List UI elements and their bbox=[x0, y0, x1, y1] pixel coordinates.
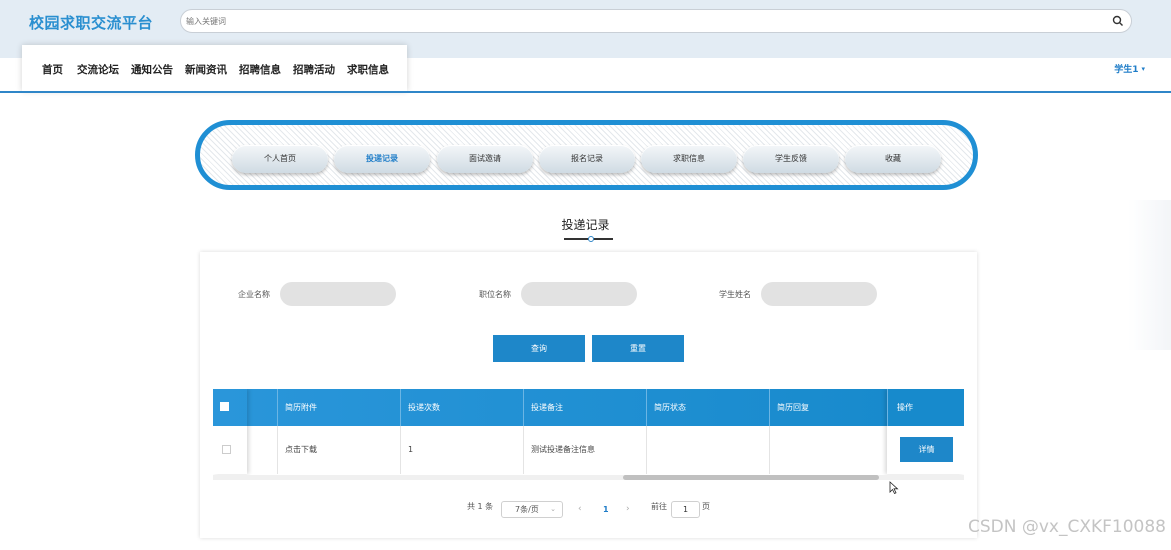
tab-job-info[interactable]: 求职信息 bbox=[641, 145, 737, 173]
detail-button[interactable]: 详情 bbox=[900, 437, 953, 462]
col-count: 投递次数 bbox=[401, 389, 524, 426]
nav-home[interactable]: 首页 bbox=[42, 62, 63, 77]
cell-count: 1 bbox=[401, 426, 524, 474]
mouse-cursor-icon bbox=[889, 481, 899, 495]
position-input[interactable] bbox=[521, 282, 637, 306]
nav-news[interactable]: 新闻资讯 bbox=[185, 62, 227, 77]
position-label: 职位名称 bbox=[479, 290, 511, 299]
cell-status bbox=[647, 426, 770, 474]
main-nav: 首页 交流论坛 通知公告 新闻资讯 招聘信息 招聘活动 求职信息 bbox=[22, 45, 407, 91]
prev-page-icon[interactable]: ‹ bbox=[578, 504, 582, 514]
user-menu[interactable]: 学生1 ▾ bbox=[1114, 62, 1145, 76]
tab-registrations[interactable]: 报名记录 bbox=[539, 145, 635, 173]
fixed-left-column bbox=[213, 389, 247, 474]
col-reply: 简历回复 bbox=[770, 389, 893, 426]
watermark: CSDN @vx_CXKF10088 bbox=[967, 517, 1166, 537]
nav-recruitment[interactable]: 招聘信息 bbox=[239, 62, 281, 77]
table-header: 简历附件 投递次数 投递备注 简历状态 简历回复 操作 bbox=[213, 389, 964, 426]
title-dot bbox=[588, 236, 594, 242]
row-spacer bbox=[247, 426, 278, 474]
records-panel: 企业名称 职位名称 学生姓名 查询 重置 简历附件 投递次数 投递备注 简历状态… bbox=[200, 252, 977, 538]
next-page-icon[interactable]: › bbox=[626, 504, 630, 514]
col-attachment: 简历附件 bbox=[278, 389, 401, 426]
caret-down-icon[interactable]: ▾ bbox=[1141, 65, 1145, 73]
horizontal-scrollbar[interactable] bbox=[213, 475, 964, 480]
reset-button[interactable]: 重置 bbox=[592, 335, 684, 362]
nav-notice[interactable]: 通知公告 bbox=[131, 62, 173, 77]
center-tab-bar: 个人首页 投递记录 面试邀请 报名记录 求职信息 学生反馈 收藏 bbox=[195, 120, 978, 190]
page-size-select[interactable]: 7条/页 ⌄ bbox=[501, 501, 563, 518]
edge-shade bbox=[1128, 200, 1171, 350]
cell-reply bbox=[770, 426, 893, 474]
page-size-value: 7条/页 bbox=[515, 505, 539, 514]
company-input[interactable] bbox=[280, 282, 396, 306]
page-suffix: 页 bbox=[702, 502, 710, 511]
tab-favorites[interactable]: 收藏 bbox=[845, 145, 941, 173]
tab-applications[interactable]: 投递记录 bbox=[334, 145, 430, 173]
magnifier-icon[interactable] bbox=[1112, 15, 1124, 27]
nav-recruit-events[interactable]: 招聘活动 bbox=[293, 62, 335, 77]
chevron-down-icon: ⌄ bbox=[550, 505, 556, 513]
goto-page-input[interactable]: 1 bbox=[671, 501, 700, 518]
current-page[interactable]: 1 bbox=[603, 505, 609, 514]
header-divider bbox=[0, 91, 1171, 93]
nav-forum[interactable]: 交流论坛 bbox=[77, 62, 119, 77]
site-logo[interactable]: 校园求职交流平台 bbox=[29, 12, 153, 33]
nav-job-seeking[interactable]: 求职信息 bbox=[347, 62, 389, 77]
search-button[interactable]: 查询 bbox=[493, 335, 585, 362]
page-title: 投递记录 bbox=[561, 218, 610, 232]
col-remark: 投递备注 bbox=[524, 389, 647, 426]
cell-remark: 测试投递备注信息 bbox=[524, 426, 647, 474]
fixed-action-column: 操作 详情 bbox=[887, 389, 964, 474]
goto-label: 前往 bbox=[651, 502, 667, 511]
header-spacer bbox=[247, 389, 278, 426]
col-status: 简历状态 bbox=[647, 389, 770, 426]
total-count: 共 1 条 bbox=[467, 502, 494, 511]
scrollbar-thumb[interactable] bbox=[623, 475, 879, 480]
user-name[interactable]: 学生1 bbox=[1114, 62, 1138, 75]
tab-interviews[interactable]: 面试邀请 bbox=[437, 145, 533, 173]
table-row: 点击下载 1 测试投递备注信息 bbox=[213, 426, 964, 474]
tab-profile[interactable]: 个人首页 bbox=[232, 145, 328, 173]
tab-feedback[interactable]: 学生反馈 bbox=[743, 145, 839, 173]
records-table: 简历附件 投递次数 投递备注 简历状态 简历回复 操作 点击下载 1 测试投递备… bbox=[213, 389, 964, 481]
action-header: 操作 bbox=[897, 403, 913, 412]
search-input[interactable] bbox=[186, 13, 1086, 29]
student-input[interactable] bbox=[761, 282, 877, 306]
search-bar[interactable] bbox=[180, 9, 1132, 33]
download-link[interactable]: 点击下载 bbox=[278, 426, 401, 474]
student-label: 学生姓名 bbox=[719, 290, 751, 299]
company-label: 企业名称 bbox=[238, 290, 270, 299]
